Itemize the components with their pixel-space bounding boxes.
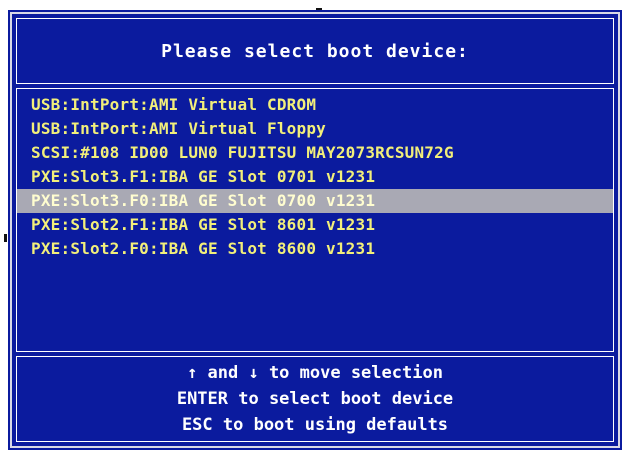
boot-device-item[interactable]: PXE:Slot2.F0:IBA GE Slot 8600 v1231 [17,237,613,261]
boot-device-list: USB:IntPort:AMI Virtual CDROM USB:IntPor… [16,88,614,352]
title-bar: Please select boot device: [16,18,614,84]
boot-menu-window: Please select boot device: USB:IntPort:A… [8,10,622,450]
help-enter-text: ENTER to select boot device [176,389,454,409]
boot-device-item[interactable]: SCSI:#108 ID00 LUN0 FUJITSU MAY2073RCSUN… [17,141,613,165]
boot-device-item[interactable]: USB:IntPort:AMI Virtual CDROM [17,93,613,117]
page-title: Please select boot device: [161,40,469,62]
screen-edge-mark [316,8,322,10]
screen-edge-mark [4,234,7,242]
boot-device-item[interactable]: USB:IntPort:AMI Virtual Floppy [17,117,613,141]
help-navigation-text: ↑ and ↓ to move selection [187,363,443,383]
boot-device-item-selected[interactable]: PXE:Slot3.F0:IBA GE Slot 0700 v1231 [17,189,613,213]
boot-device-item[interactable]: PXE:Slot3.F1:IBA GE Slot 0701 v1231 [17,165,613,189]
help-escape-text: ESC to boot using defaults [181,415,449,435]
boot-device-item[interactable]: PXE:Slot2.F1:IBA GE Slot 8601 v1231 [17,213,613,237]
help-panel: ↑ and ↓ to move selection ENTER to selec… [16,356,614,442]
